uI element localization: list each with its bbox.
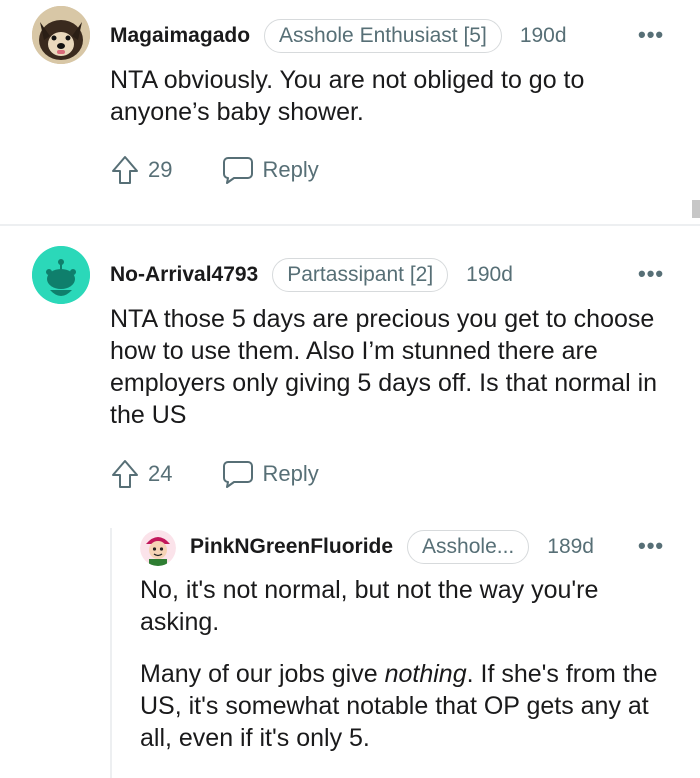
- reply-bubble-icon: [223, 157, 254, 184]
- scrollbar[interactable]: [692, 200, 700, 218]
- upvote-button[interactable]: 24: [110, 458, 172, 490]
- thread-line[interactable]: [110, 528, 112, 778]
- comment-paragraph-1: No, it's not normal, but not the way you…: [140, 576, 599, 636]
- more-options-icon[interactable]: •••: [638, 261, 664, 287]
- user-flair: Partassipant [2]: [272, 258, 449, 292]
- snoo-avatar-icon[interactable]: [32, 246, 90, 304]
- comment-age: 190d: [466, 263, 513, 286]
- upvote-arrow-icon: [112, 460, 138, 488]
- reply-button[interactable]: Reply: [222, 155, 319, 185]
- comment-text: NTA those 5 days are precious you get to…: [110, 305, 658, 429]
- reply-button[interactable]: Reply: [222, 459, 319, 489]
- comment-divider: [0, 224, 700, 226]
- cartoon-avatar-icon[interactable]: [140, 530, 176, 566]
- vote-count: 29: [148, 157, 173, 182]
- vote-count: 24: [148, 461, 173, 486]
- reply-bubble-icon: [223, 461, 254, 488]
- comment-body: NTA those 5 days are precious you get to…: [110, 303, 670, 431]
- user-flair: Asshole Enthusiast [5]: [264, 19, 502, 53]
- upvote-button[interactable]: 29: [110, 154, 172, 186]
- comment-age: 189d: [547, 535, 594, 558]
- comment-body: No, it's not normal, but not the way you…: [140, 574, 670, 754]
- username[interactable]: No-Arrival4793: [110, 263, 258, 287]
- comment-age: 190d: [519, 24, 567, 47]
- paragraph-text: Many of our jobs give: [140, 660, 385, 688]
- dog-avatar-icon[interactable]: [32, 6, 90, 64]
- comment-body: NTA obviously. You are not obliged to go…: [110, 64, 670, 128]
- reply-label: Reply: [262, 461, 319, 486]
- username[interactable]: PinkNGreenFluoride: [190, 535, 393, 559]
- reply-label: Reply: [262, 157, 319, 182]
- more-options-icon[interactable]: •••: [638, 533, 664, 559]
- upvote-arrow-icon: [112, 156, 138, 184]
- comment-text: NTA obviously. You are not obliged to go…: [110, 66, 585, 126]
- user-flair: Asshole...: [407, 530, 530, 564]
- comment-paragraph-2: Many of our jobs give nothing. If she's …: [140, 658, 670, 754]
- more-options-icon[interactable]: •••: [638, 22, 664, 48]
- emphasized-text: nothing: [384, 660, 467, 688]
- username[interactable]: Magaimagado: [110, 24, 250, 48]
